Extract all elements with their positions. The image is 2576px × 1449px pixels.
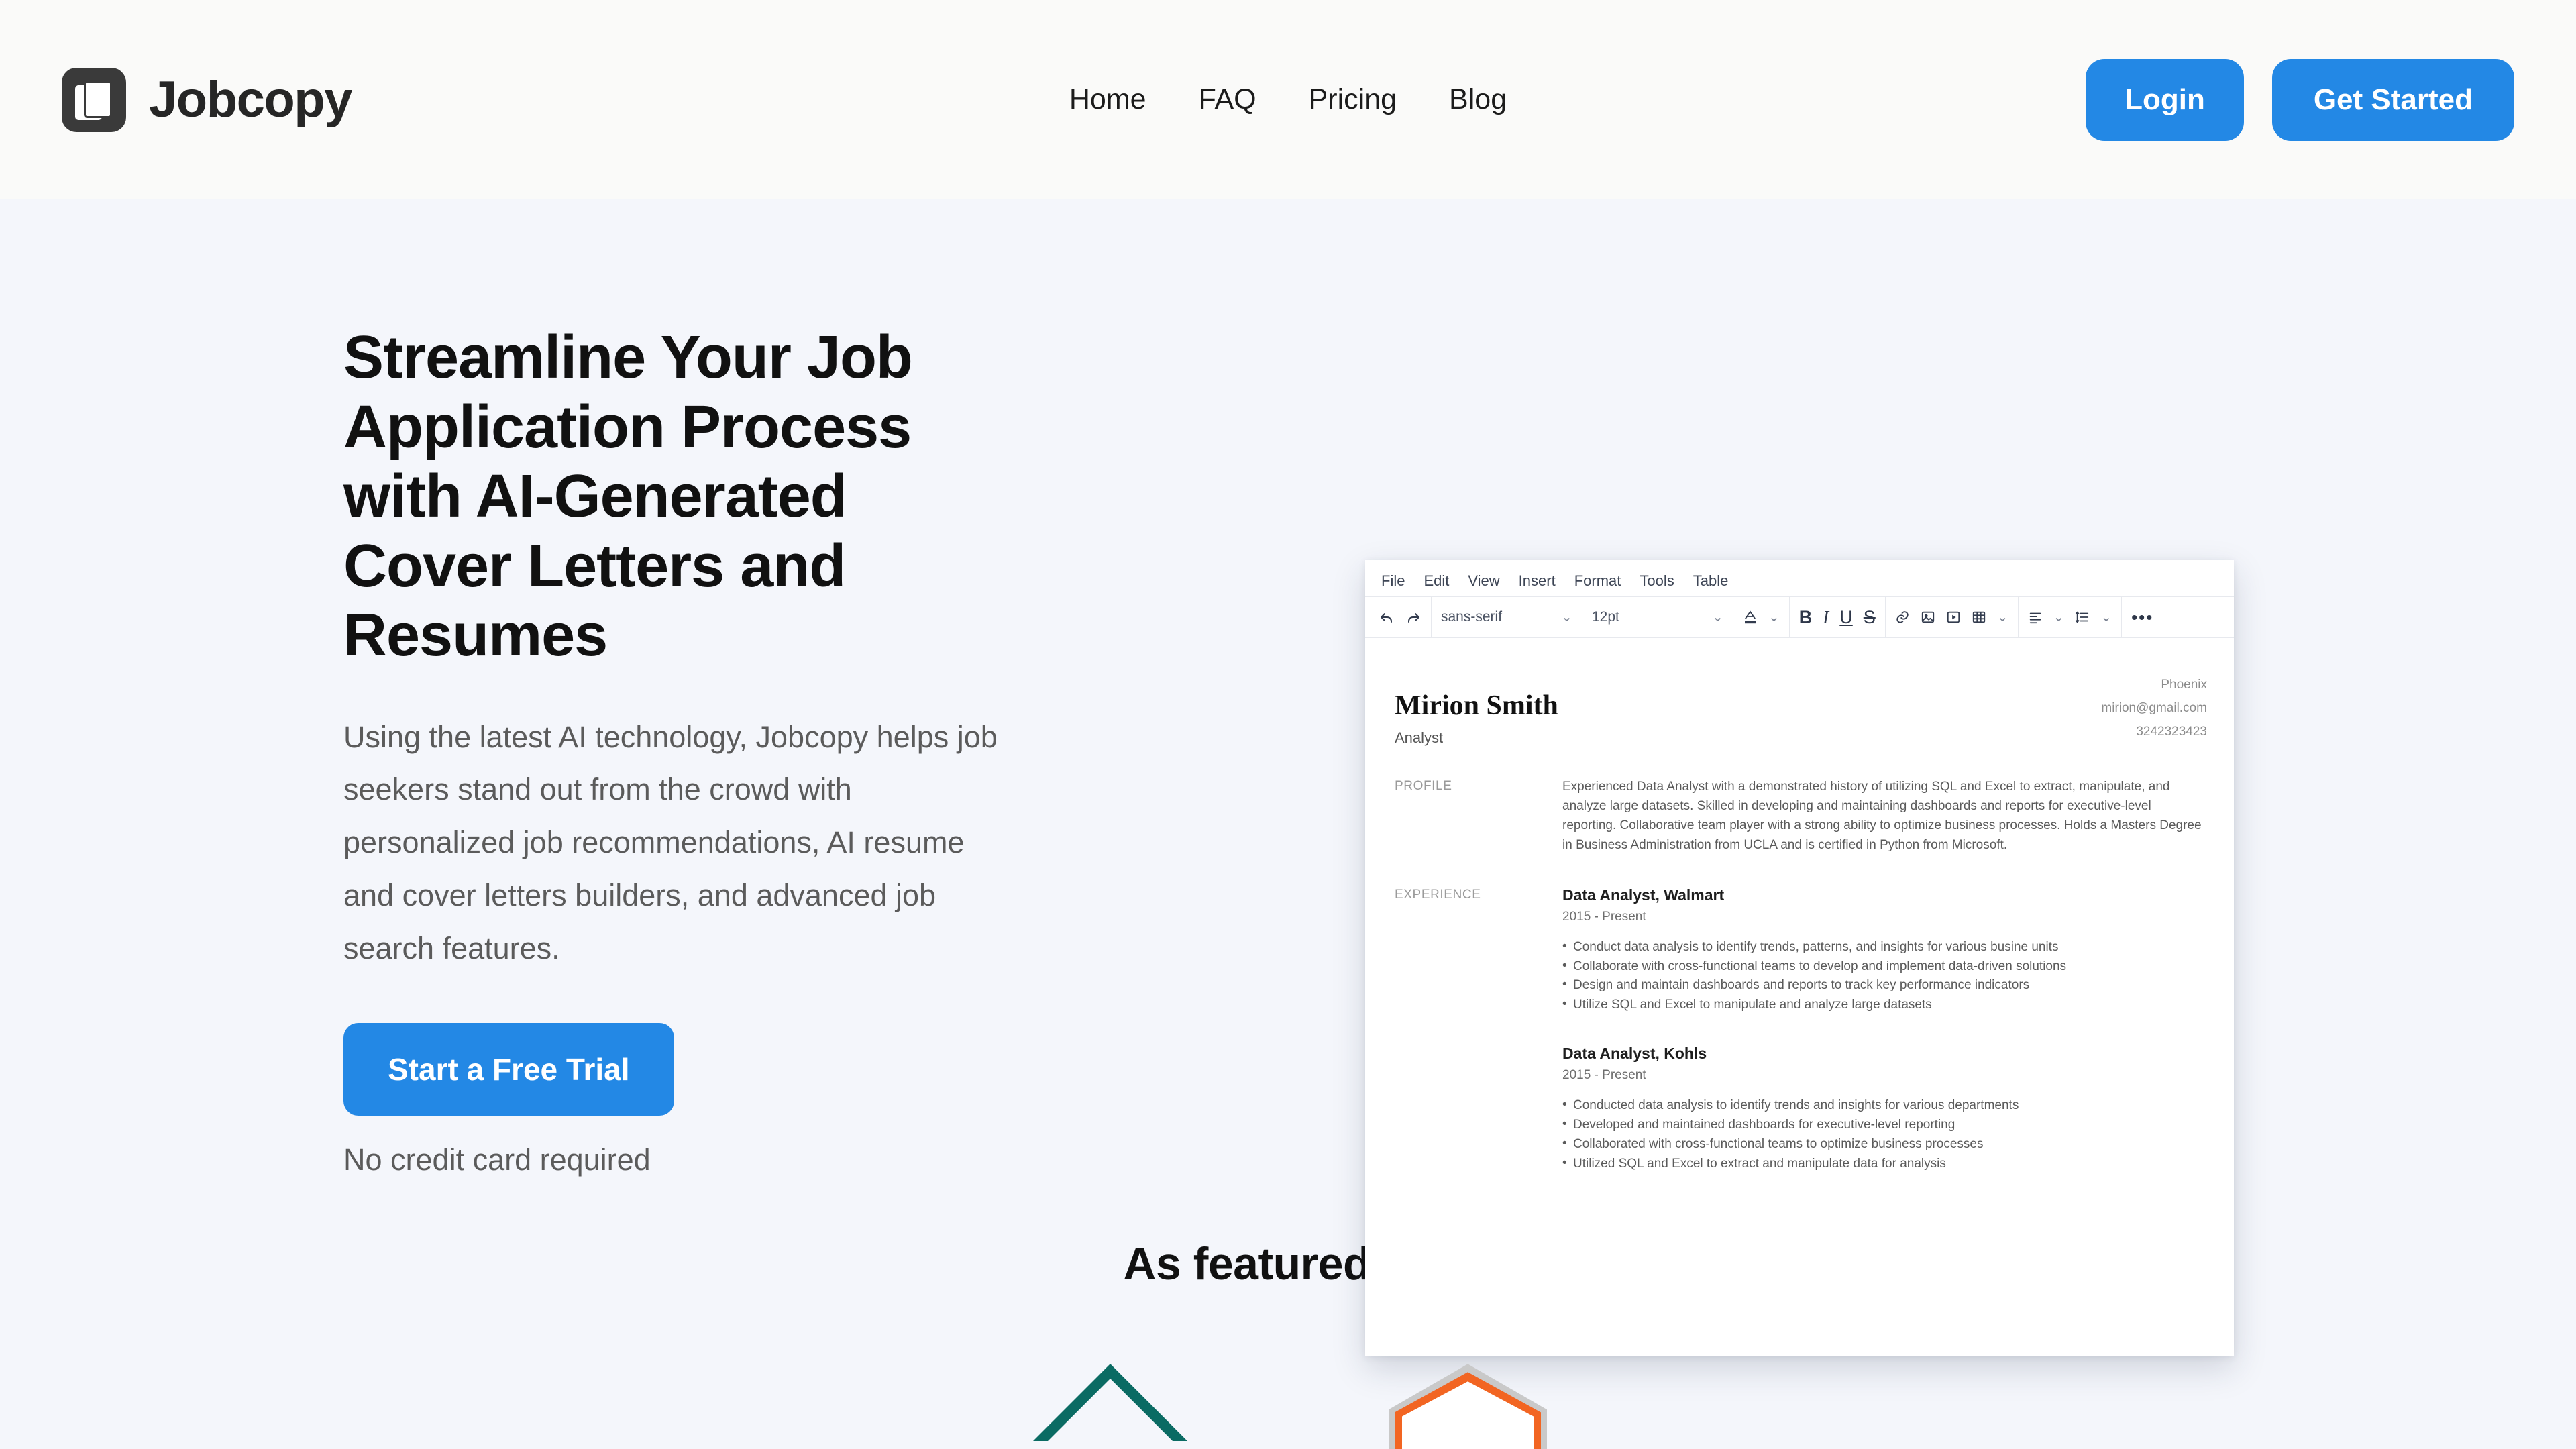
profile-text: Experienced Data Analyst with a demonstr…: [1562, 780, 2202, 852]
job-bullet: Utilize SQL and Excel to manipulate and …: [1562, 995, 2207, 1015]
job-dates: 2015 - Present: [1562, 909, 1646, 924]
chevron-down-icon[interactable]: ⌄: [2053, 610, 2065, 624]
resume-document[interactable]: Mirion Smith Analyst Phoenix mirion@gmai…: [1365, 638, 2234, 1174]
hero-subtitle: Using the latest AI technology, Jobcopy …: [343, 719, 998, 965]
menu-item-format[interactable]: Format: [1574, 572, 1621, 590]
toolbar-group-insert: ⌄: [1886, 597, 2019, 637]
hero-title: Streamline Your Job Application Process …: [343, 324, 913, 669]
featured-logo-row: [0, 1364, 2576, 1449]
menu-item-table[interactable]: Table: [1693, 572, 1729, 590]
font-family-select[interactable]: sans-serif ⌄: [1441, 609, 1572, 625]
experience-section-label: EXPERIENCE: [1395, 887, 1481, 902]
orange-shield-logo: [1389, 1364, 1547, 1449]
toolbar-group-font-size: 12pt ⌄: [1582, 597, 1733, 637]
font-size-value: 12pt: [1592, 609, 1619, 625]
job-bullet: Conduct data analysis to identify trends…: [1562, 937, 2207, 957]
toolbar-group-text-color: ⌄: [1733, 597, 1790, 637]
line-spacing-icon[interactable]: [2075, 610, 2090, 625]
job-bullet-list: Conduct data analysis to identify trends…: [1562, 937, 2207, 1016]
job-title: Data Analyst, Kohls: [1562, 1044, 1707, 1063]
resume-phone: 3242323423: [2136, 724, 2207, 739]
toolbar-group-paragraph: ⌄ ⌄: [2019, 597, 2123, 637]
resume-email: mirion@gmail.com: [2101, 701, 2207, 716]
job-dates: 2015 - Present: [1562, 1068, 1646, 1083]
editor-toolbar: sans-serif ⌄ 12pt ⌄ ⌄ B I U S ⌄ ⌄ ⌄ •••: [1365, 596, 2234, 638]
chevron-down-icon: ⌄: [1561, 610, 1572, 625]
toolbar-group-text-style: B I U S: [1790, 597, 1886, 637]
toolbar-group-more: •••: [2122, 597, 2163, 637]
more-options-icon[interactable]: •••: [2131, 608, 2153, 626]
toolbar-group-history: [1369, 597, 1432, 637]
nav-item-faq[interactable]: FAQ: [1199, 83, 1256, 116]
menu-item-insert[interactable]: Insert: [1519, 572, 1556, 590]
resume-header: Mirion Smith Analyst Phoenix mirion@gmai…: [1395, 670, 2207, 747]
resume-contact-block: Phoenix mirion@gmail.com 3242323423: [2101, 670, 2207, 743]
job-bullet: Design and maintain dashboards and repor…: [1562, 975, 2207, 996]
align-icon[interactable]: [2028, 610, 2043, 625]
teal-chevron-logo: [1033, 1364, 1187, 1449]
nav-item-pricing[interactable]: Pricing: [1309, 83, 1397, 116]
resume-role: Analyst: [1395, 729, 1444, 747]
menu-item-view[interactable]: View: [1468, 572, 1499, 590]
font-family-value: sans-serif: [1441, 609, 1503, 625]
nav-item-blog[interactable]: Blog: [1449, 83, 1507, 116]
resume-location: Phoenix: [2161, 678, 2207, 692]
nav-item-home[interactable]: Home: [1069, 83, 1146, 116]
menu-item-edit[interactable]: Edit: [1424, 572, 1449, 590]
underline-icon[interactable]: U: [1839, 608, 1853, 627]
job-bullet: Utilized SQL and Excel to extract and ma…: [1562, 1154, 2207, 1174]
job-title: Data Analyst, Walmart: [1562, 885, 1725, 904]
experience-entry: Data Analyst, Kohls 2015 - Present Condu…: [1562, 1044, 2207, 1174]
chevron-down-icon: ⌄: [1712, 610, 1723, 625]
text-color-icon[interactable]: [1743, 609, 1758, 625]
brand-name: Jobcopy: [149, 71, 353, 128]
link-icon[interactable]: [1895, 610, 1910, 625]
chevron-down-icon[interactable]: ⌄: [1997, 610, 2008, 624]
site-header: Jobcopy Home FAQ Pricing Blog Login Get …: [0, 0, 2576, 199]
job-bullet: Collaborate with cross-functional teams …: [1562, 957, 2207, 977]
bold-icon[interactable]: B: [1799, 608, 1813, 627]
resume-experience-section: EXPERIENCE Data Analyst, Walmart 2015 - …: [1395, 886, 2207, 1174]
hero-section: Streamline Your Job Application Process …: [0, 199, 2576, 1449]
job-bullet: Collaborated with cross-functional teams…: [1562, 1134, 2207, 1155]
video-icon[interactable]: [1946, 610, 1961, 625]
chevron-down-icon[interactable]: ⌄: [2100, 610, 2112, 624]
resume-name: Mirion Smith: [1395, 690, 1558, 721]
job-bullet: Conducted data analysis to identify tren…: [1562, 1095, 2207, 1116]
editor-card: File Edit View Insert Format Tools Table: [1365, 560, 2234, 1356]
header-actions: Login Get Started: [2086, 58, 2514, 141]
profile-section-label: PROFILE: [1395, 779, 1452, 794]
experience-entry: Data Analyst, Walmart 2015 - Present Con…: [1562, 886, 2207, 1016]
login-button[interactable]: Login: [2086, 58, 2244, 141]
document-copy-icon: [62, 67, 126, 132]
main-navigation: Home FAQ Pricing Blog: [1069, 83, 1507, 116]
start-free-trial-button[interactable]: Start a Free Trial: [343, 1023, 674, 1116]
font-size-select[interactable]: 12pt ⌄: [1592, 609, 1723, 625]
undo-icon[interactable]: [1379, 609, 1395, 625]
editor-menu-bar: File Edit View Insert Format Tools Table: [1365, 560, 2234, 596]
menu-item-tools[interactable]: Tools: [1640, 572, 1674, 590]
table-icon[interactable]: [1972, 610, 1986, 625]
get-started-button[interactable]: Get Started: [2271, 58, 2514, 141]
resume-editor-mockup: File Edit View Insert Format Tools Table: [1365, 560, 2234, 1356]
hero-copy: Streamline Your Job Application Process …: [62, 323, 1014, 1177]
image-icon[interactable]: [1921, 610, 1935, 625]
resume-profile-section: PROFILE Experienced Data Analyst with a …: [1395, 777, 2207, 855]
redo-icon[interactable]: [1405, 609, 1421, 625]
strikethrough-icon[interactable]: S: [1864, 608, 1876, 627]
brand-logo-link[interactable]: Jobcopy: [62, 67, 353, 132]
job-bullet-list: Conducted data analysis to identify tren…: [1562, 1095, 2207, 1174]
job-bullet: Developed and maintained dashboards for …: [1562, 1115, 2207, 1135]
no-credit-card-note: No credit card required: [343, 1142, 651, 1177]
chevron-down-icon[interactable]: ⌄: [1768, 610, 1780, 624]
menu-item-file[interactable]: File: [1381, 572, 1405, 590]
toolbar-group-font-family: sans-serif ⌄: [1432, 597, 1582, 637]
italic-icon[interactable]: I: [1823, 608, 1829, 627]
